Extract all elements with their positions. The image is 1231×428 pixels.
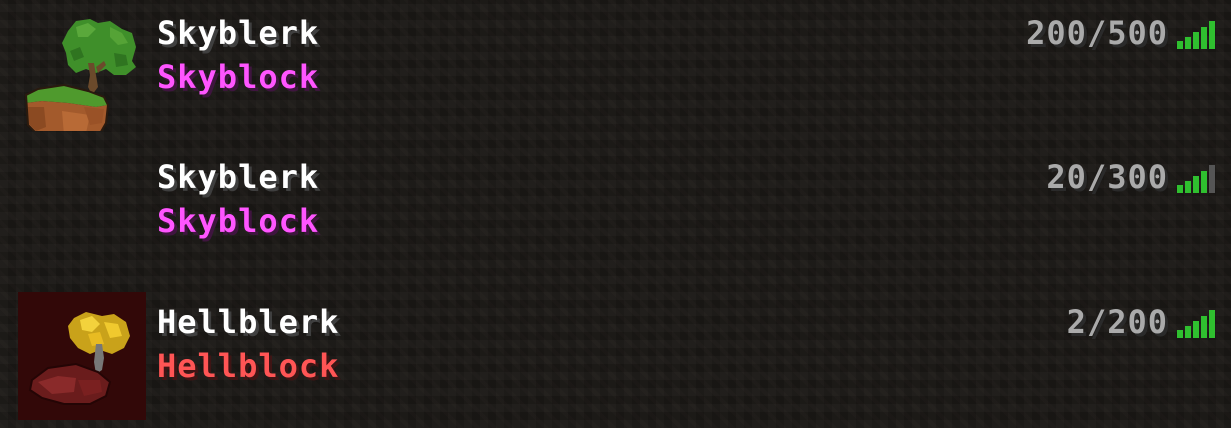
server-entry-hellblerk[interactable]: Hellblerk Hellblock 2/200 [18,292,1223,420]
floating-island-tree-icon [18,3,146,131]
ping-bars-icon [1177,21,1217,49]
player-count: 2/200 [1066,303,1168,341]
ping-bar-4 [1201,171,1207,193]
server-name: Skyblerk [157,14,320,52]
ping-bar-3 [1193,176,1199,193]
player-count: 20/300 [1046,158,1168,196]
ping-bar-5 [1209,21,1215,49]
ping-bars-icon [1177,310,1217,338]
ping-bar-2 [1185,37,1191,49]
server-motd: Hellblock [157,347,340,385]
server-motd: Skyblock [157,202,320,240]
server-motd: Skyblock [157,58,320,96]
ping-bar-3 [1193,321,1199,338]
server-list: Skyblerk Skyblock 200/500 Skyblerk Skybl… [0,0,1231,428]
ping-bar-2 [1185,326,1191,338]
ping-bar-1 [1177,330,1183,338]
server-name: Skyblerk [157,158,320,196]
ping-bar-2 [1185,181,1191,193]
nether-island-tree-icon [18,292,146,420]
server-entry-skyblerk-2[interactable]: Skyblerk Skyblock 20/300 [18,147,1223,275]
player-count: 200/500 [1026,14,1168,52]
server-entry-skyblerk-1[interactable]: Skyblerk Skyblock 200/500 [18,3,1223,131]
empty-server-icon [18,147,146,275]
ping-bar-4 [1201,27,1207,49]
ping-bar-1 [1177,41,1183,49]
ping-bar-5 [1209,310,1215,338]
ping-bar-1 [1177,185,1183,193]
ping-bar-4 [1201,316,1207,338]
server-name: Hellblerk [157,303,340,341]
ping-bars-icon [1177,165,1217,193]
ping-bar-5 [1209,165,1215,193]
ping-bar-3 [1193,32,1199,49]
